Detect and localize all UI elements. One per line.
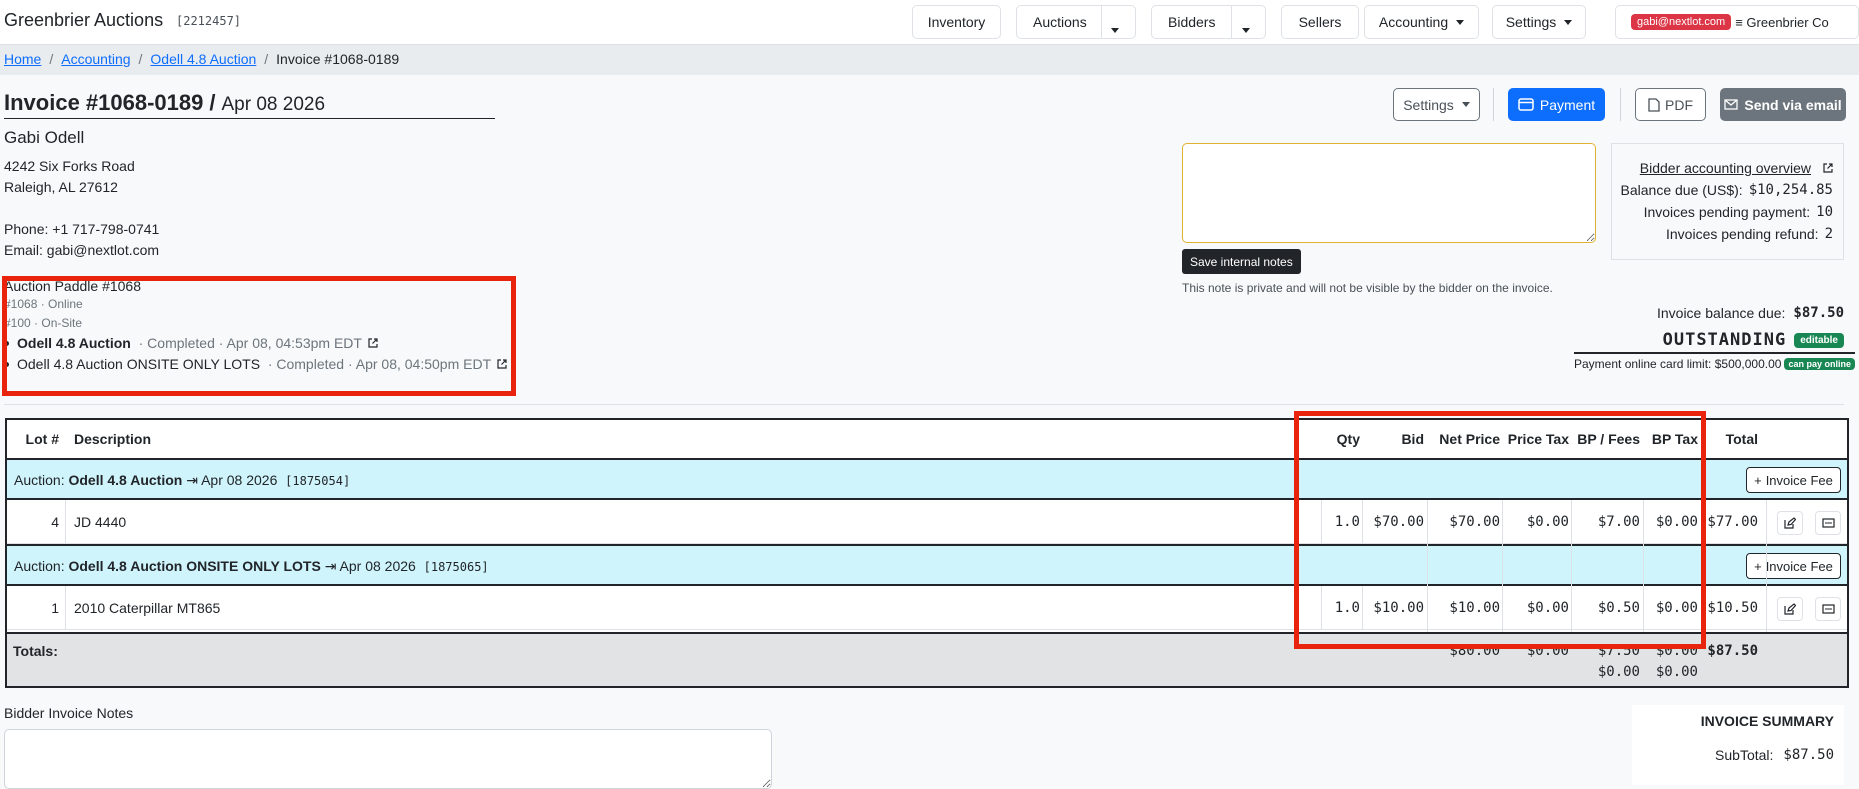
pending-payment-value: 10	[1816, 204, 1833, 220]
bidder-accounting-overview: Bidder accounting overview Balance due (…	[1611, 143, 1844, 260]
invoice-status: OUTSTANDING editable	[1663, 330, 1844, 350]
customer-address-line1: 4242 Six Forks Road	[4, 158, 135, 174]
lot-number: 4	[51, 513, 59, 530]
chevron-down-icon	[1111, 28, 1119, 33]
totals-label: Totals:	[13, 643, 58, 659]
breadcrumb-accounting-link[interactable]: Accounting	[61, 51, 130, 67]
plus-icon: +	[1754, 558, 1762, 574]
pending-refund-value: 2	[1824, 226, 1833, 242]
breadcrumb-auction-link[interactable]: Odell 4.8 Auction	[150, 51, 256, 67]
invoice-settings-dropdown[interactable]: Settings	[1393, 88, 1480, 121]
lot-description: 2010 Caterpillar MT865	[74, 599, 221, 616]
edit-lot-button[interactable]	[1777, 597, 1803, 621]
bidder-invoice-notes-textarea[interactable]	[4, 729, 772, 789]
balance-due-value: $10,254.85	[1748, 182, 1833, 198]
external-link-icon	[1823, 163, 1833, 173]
nav-accounting-label: Accounting	[1378, 14, 1449, 30]
payment-icon	[1518, 98, 1534, 111]
edit-icon	[1784, 603, 1796, 615]
customer-phone: Phone: +1 717-798-0741	[4, 221, 160, 237]
chevron-down-icon	[1564, 19, 1573, 25]
edit-lot-button[interactable]	[1777, 511, 1803, 535]
nav-inventory-button[interactable]: Inventory	[912, 5, 1001, 39]
envelope-icon	[1724, 99, 1739, 110]
chevron-down-icon	[1456, 19, 1465, 25]
breadcrumb-home-link[interactable]: Home	[4, 51, 41, 67]
subtotal-value: $87.50	[1783, 747, 1834, 763]
total-bp-fees-secondary: $0.00	[1597, 664, 1640, 680]
list-icon	[1821, 604, 1835, 614]
balance-due-label: Balance due (US$):	[1620, 182, 1743, 198]
brand-id: [2212457]	[176, 14, 242, 28]
group-auction-name: Odell 4.8 Auction	[68, 472, 183, 488]
invoice-number: Invoice #1068-0189	[4, 90, 204, 115]
invoice-balance-value: $87.50	[1793, 305, 1844, 321]
chevron-down-icon	[1242, 28, 1250, 33]
pdf-button[interactable]: PDF	[1635, 88, 1706, 121]
pending-refund-label: Invoices pending refund:	[1666, 226, 1819, 242]
lot-number: 1	[51, 599, 59, 616]
breadcrumb-current: Invoice #1068-0189	[276, 51, 400, 67]
chevron-down-icon	[1461, 102, 1470, 107]
columns-highlight-box	[1294, 411, 1706, 649]
pending-payment-label: Invoices pending payment:	[1643, 204, 1811, 220]
paddle-highlight-box	[2, 276, 516, 396]
brand-name[interactable]: Greenbrier Auctions	[4, 10, 163, 31]
nav-auctions-split: Auctions	[1016, 5, 1136, 39]
editable-badge: editable	[1794, 332, 1844, 348]
payment-button[interactable]: Payment	[1508, 88, 1605, 121]
invoice-balance-due: Invoice balance due: $87.50	[1656, 305, 1844, 321]
pdf-file-icon	[1648, 97, 1660, 112]
lot-total: $10.50	[1707, 599, 1758, 616]
can-pay-online-badge: can pay online	[1784, 358, 1855, 370]
account-company: ≡ Greenbrier Co	[1735, 14, 1829, 30]
invoice-summary-title: INVOICE SUMMARY	[1700, 713, 1834, 729]
add-invoice-fee-button[interactable]: + Invoice Fee	[1746, 553, 1841, 579]
nav-settings-dropdown[interactable]: Settings	[1492, 5, 1586, 39]
lot-total: $77.00	[1707, 513, 1758, 530]
invoice-summary: INVOICE SUMMARY SubTotal: $87.50	[1632, 705, 1844, 785]
total-bp-tax-secondary: $0.00	[1655, 664, 1698, 680]
internal-notes-textarea[interactable]	[1182, 143, 1596, 243]
account-menu[interactable]: gabi@nextlot.com ≡ Greenbrier Co	[1615, 5, 1859, 39]
nav-bidders-dropdown[interactable]	[1242, 20, 1250, 36]
header-description: Description	[74, 431, 152, 447]
customer-address-line2: Raleigh, AL 27612	[4, 179, 118, 195]
nav-auctions-dropdown[interactable]	[1111, 20, 1119, 36]
page-title: Invoice #1068-0189/Apr 08 2026	[4, 90, 495, 119]
header-total: Total	[1725, 431, 1758, 447]
account-email-badge: gabi@nextlot.com	[1631, 14, 1732, 30]
bidder-accounting-overview-link[interactable]: Bidder accounting overview	[1640, 160, 1811, 176]
add-invoice-fee-button[interactable]: + Invoice Fee	[1746, 467, 1841, 493]
lot-details-button[interactable]	[1815, 511, 1841, 535]
edit-icon	[1784, 517, 1796, 529]
status-outstanding: OUTSTANDING	[1662, 330, 1787, 350]
list-icon	[1821, 518, 1835, 528]
customer-email: Email: gabi@nextlot.com	[4, 242, 160, 258]
nav-bidders-button[interactable]: Bidders	[1168, 14, 1215, 30]
nav-accounting-dropdown[interactable]: Accounting	[1364, 5, 1479, 39]
nav-auctions-button[interactable]: Auctions	[1033, 14, 1087, 30]
header-lot: Lot #	[25, 431, 59, 447]
total-grand: $87.50	[1707, 643, 1758, 659]
lot-details-button[interactable]	[1815, 597, 1841, 621]
internal-notes-hint: This note is private and will not be vis…	[1182, 281, 1553, 295]
nav-settings-label: Settings	[1505, 14, 1557, 30]
invoice-date: Apr 08 2026	[221, 94, 326, 115]
save-internal-notes-button[interactable]: Save internal notes	[1182, 249, 1301, 274]
group-auction-name: Odell 4.8 Auction ONSITE ONLY LOTS	[68, 558, 321, 574]
subtotal-label: SubTotal:	[1715, 747, 1774, 763]
payment-limit: Payment online card limit: $500,000.00 c…	[1574, 352, 1855, 371]
nav-bidders-split: Bidders	[1151, 5, 1266, 39]
top-navbar: Greenbrier Auctions [2212457] Inventory …	[0, 0, 1859, 45]
customer-name: Gabi Odell	[4, 128, 85, 147]
bidder-invoice-notes-label: Bidder Invoice Notes	[4, 705, 134, 721]
breadcrumb: Home / Accounting / Odell 4.8 Auction / …	[0, 45, 1859, 75]
nav-sellers-button[interactable]: Sellers	[1281, 5, 1359, 39]
send-email-button[interactable]: Send via email	[1720, 88, 1846, 121]
plus-icon: +	[1754, 472, 1762, 488]
lot-description: JD 4440	[74, 513, 127, 530]
